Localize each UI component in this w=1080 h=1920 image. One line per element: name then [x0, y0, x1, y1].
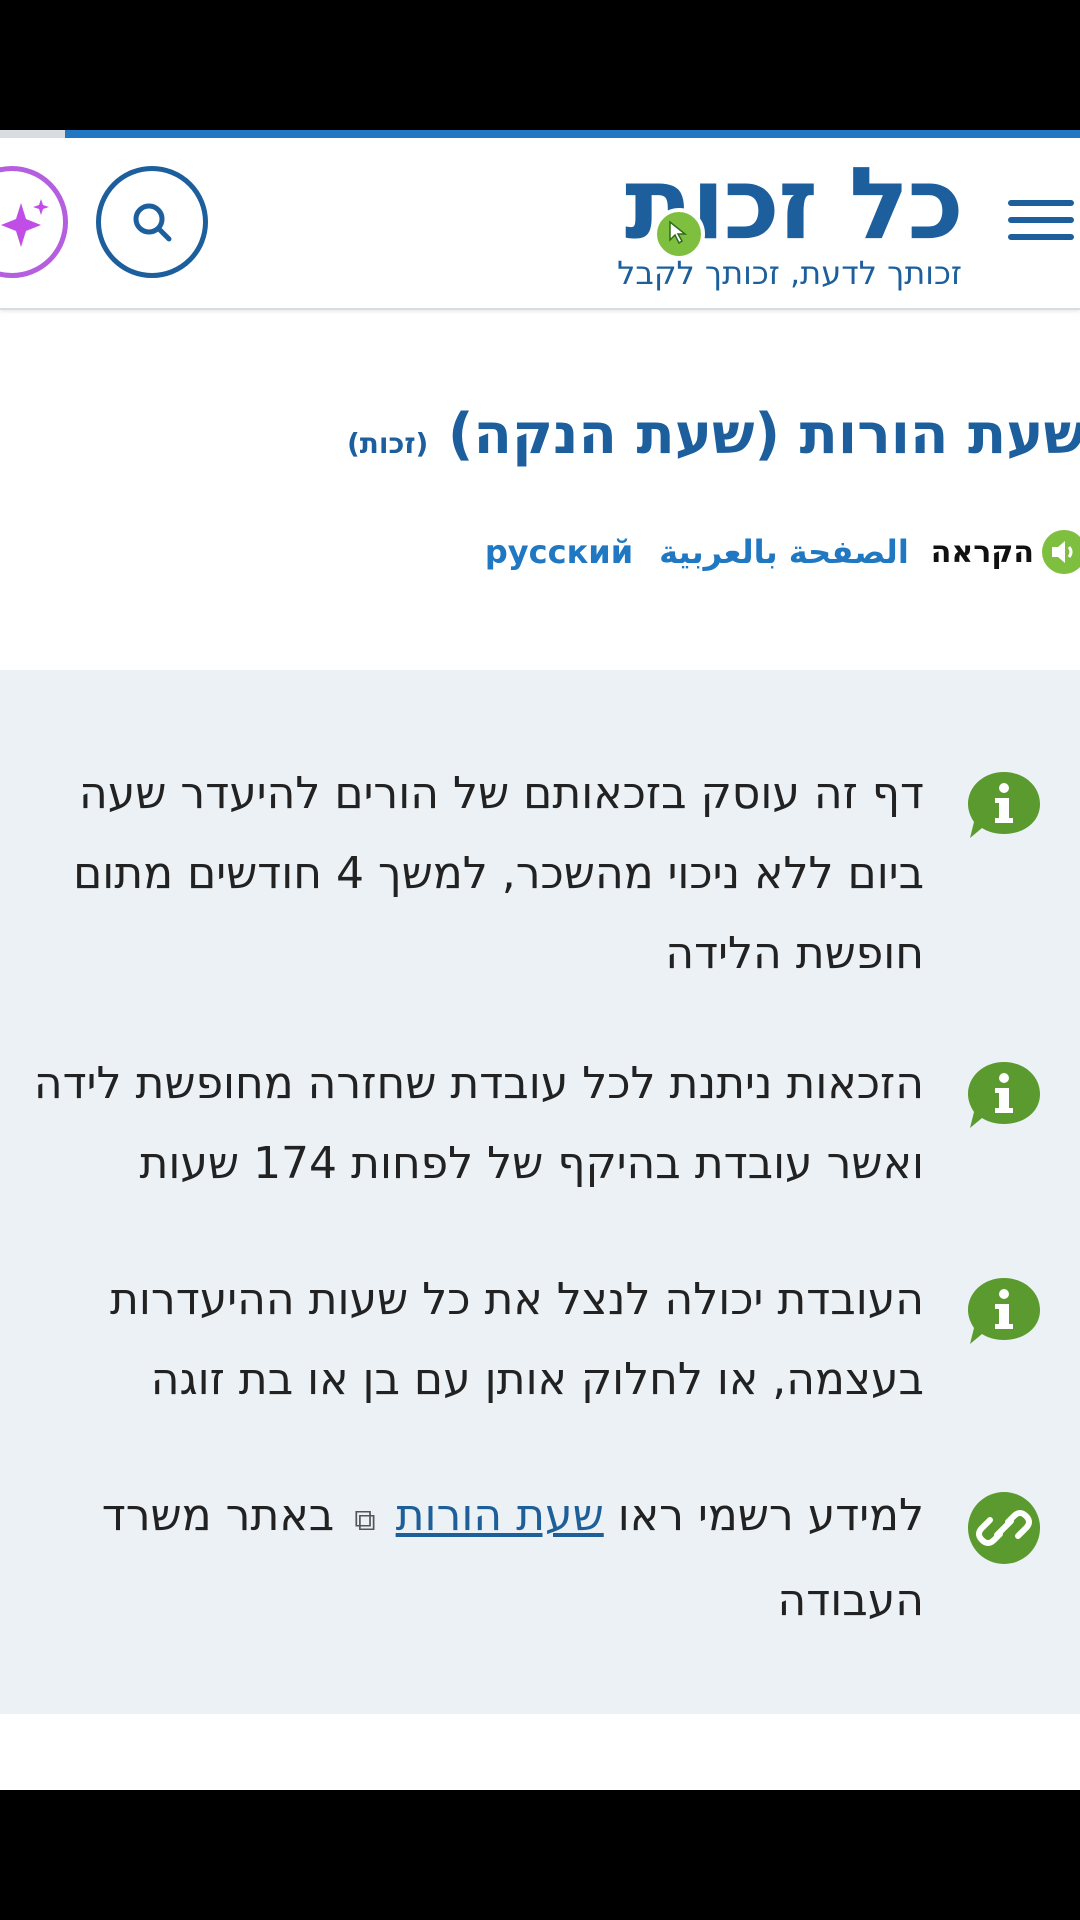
info-icon: [968, 772, 1040, 838]
read-aloud-button[interactable]: הקראה: [931, 535, 1034, 570]
info-icon: [968, 1278, 1040, 1344]
sparkle-icon: [1, 199, 49, 247]
ai-assistant-button[interactable]: [0, 166, 68, 278]
link-icon: [968, 1492, 1040, 1564]
page-title-text: שעת הורות (שעת הנקה): [447, 402, 1080, 467]
info-text-before: למידע רשמי ראו: [617, 1490, 924, 1541]
info-text: דף זה עוסק בזכאותם של הורים להיעדר שעה ב…: [73, 768, 924, 979]
site-header: כל זכות זכותך לדעת, זכותך לקבל: [0, 138, 1080, 310]
search-icon: [133, 203, 172, 242]
web-page: כל זכות זכותך לדעת, זכותך לקבל שעת הורות…: [0, 130, 1080, 1790]
site-logo[interactable]: כל זכות זכותך לדעת, זכותך לקבל: [560, 145, 980, 298]
info-text: העובדת יכולה לנצל את כל שעות ההיעדרות בע…: [109, 1274, 924, 1405]
page-title: שעת הורות (שעת הנקה) (זכות): [347, 400, 1080, 479]
page-title-tag: (זכות): [346, 427, 429, 460]
cursor-icon: [653, 208, 705, 260]
info-text: הזכאות ניתנת לכל עובדת שחזרה מחופשת לידה…: [33, 1058, 924, 1189]
reading-progress-fill: [64, 130, 1080, 138]
arabic-page-link[interactable]: الصفحة بالعربية: [659, 533, 909, 571]
search-button[interactable]: [96, 166, 208, 278]
info-icon: [968, 1062, 1040, 1128]
hamburger-icon[interactable]: [1008, 200, 1074, 250]
phone-screen: כל זכות זכותך לדעת, זכותך לקבל שעת הורות…: [0, 0, 1080, 1920]
speaker-icon[interactable]: [1042, 530, 1080, 574]
external-link-icon: ⧉: [354, 1503, 376, 1538]
logo-tagline: זכותך לדעת, זכותך לקבל: [617, 254, 962, 292]
info-box: דף זה עוסק בזכאותם של הורים להיעדר שעה ב…: [0, 670, 1080, 1714]
official-info-link[interactable]: שעת הורות: [396, 1490, 604, 1541]
language-bar: הקראה الصفحة بالعربية русский: [459, 530, 1080, 574]
info-text: למידע רשמי ראו שעת הורות ⧉ באתר משרד העב…: [24, 1476, 924, 1641]
russian-page-link[interactable]: русский: [485, 533, 633, 571]
reading-progress-bar: [0, 130, 1080, 138]
